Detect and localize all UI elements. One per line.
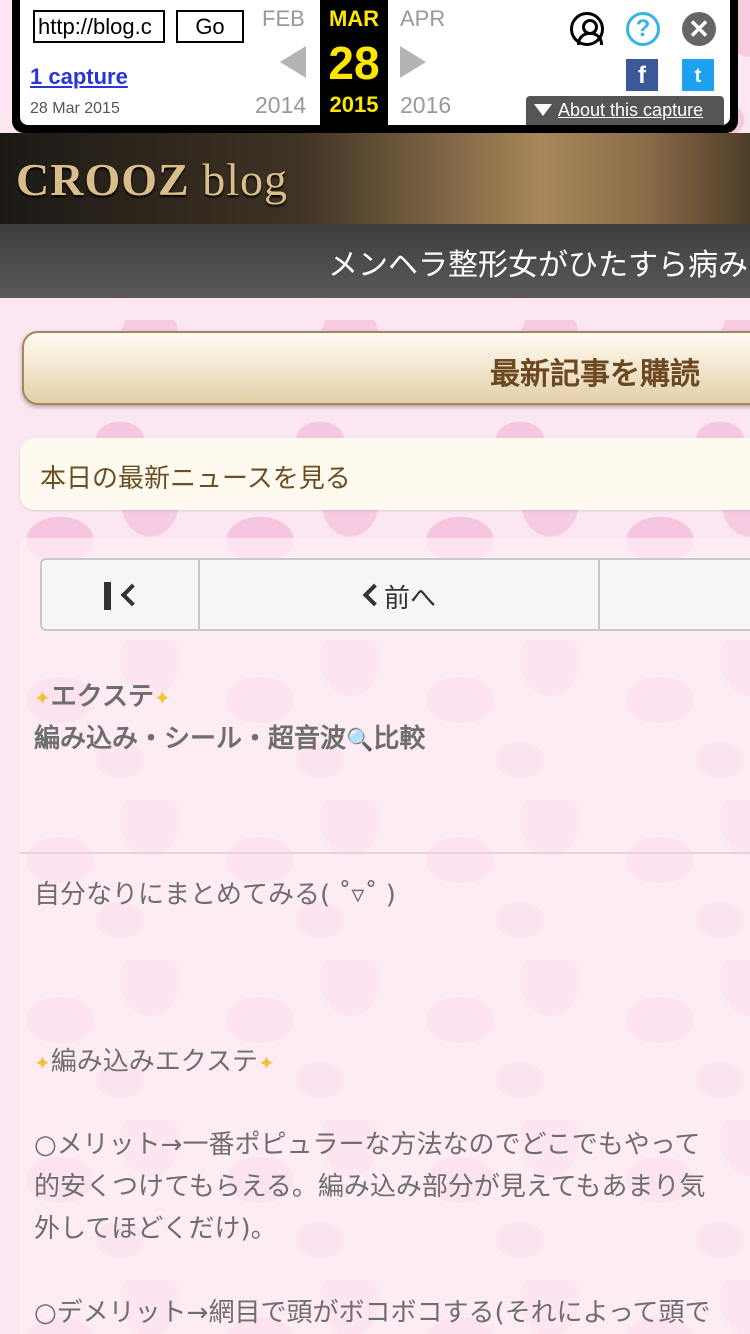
section-title: ✦編み込みエクステ✦ [34,1041,275,1078]
sparkle-icon: ✦ [34,686,51,710]
sparkle-icon: ✦ [34,1051,51,1075]
logo-main: CROOZ [16,154,190,205]
wayback-current-day: 28 [328,37,380,89]
wayback-current-month: MAR [328,6,380,31]
facebook-icon[interactable]: f [626,59,658,91]
wayback-current-year: 2015 [329,92,379,117]
help-icon[interactable]: ? [626,12,660,46]
wayback-toolbar: http://blog.c Go 1 capture 28 Mar 2015 F… [12,0,738,133]
magnifier-icon: 🔍 [346,728,374,753]
demerit-line: ○デメリット→網目で頭がボコボコする(それによって頭で [34,1298,711,1328]
crooz-blog-logo[interactable]: CROOZ blog [16,153,288,206]
wayback-prev-year[interactable]: 2014 [255,92,306,119]
logo-sub: blog [202,154,288,205]
wayback-current-date: MAR 28 2015 [320,0,388,125]
prev-page-label: 前へ [384,584,437,614]
news-label: 本日の最新ニュースを見る [40,464,351,494]
wayback-next-month[interactable]: APR [400,6,445,32]
prev-page-button[interactable]: 前へ [202,560,600,629]
news-link[interactable]: 本日の最新ニュースを見る [20,438,750,510]
prev-capture-arrow-icon[interactable] [280,46,306,78]
wayback-toolbar-panel: http://blog.c Go 1 capture 28 Mar 2015 F… [20,0,730,125]
about-capture-button[interactable]: About this capture [526,96,724,125]
wayback-captures-link[interactable]: 1 capture [30,64,128,90]
wayback-capture-date: 28 Mar 2015 [30,100,120,117]
post-title-line2: 編み込み・シール・超音波🔍比較 [34,718,425,755]
merit-line: 的安くつけてもらえる。編み込み部分が見えてもあまり気 [34,1172,706,1202]
merit-line: ○メリット→一番ポピュラーな方法なのでどこでもやって [34,1130,701,1160]
next-capture-arrow-icon[interactable] [400,46,426,78]
chevron-left-icon [120,583,144,607]
subscribe-label: 最新記事を購読 [490,357,700,392]
twitter-icon[interactable]: t [682,59,714,91]
first-page-icon [104,582,111,610]
blog-title[interactable]: メンヘラ整形女がひたすら病み [328,240,748,284]
sparkle-icon: ✦ [154,686,171,710]
wayback-url-input[interactable]: http://blog.c [33,10,165,43]
post-subtitle-text-end: 比較 [373,724,426,754]
post-subtitle-text: 編み込み・シール・超音波 [34,724,347,754]
blog-title-bar: メンヘラ整形女がひたすら病み [0,224,750,298]
post-intro: 自分なりにまとめてみる( ˚▿˚ ) [34,880,396,910]
merit-line: 外してほどくだけ)。 [34,1214,277,1244]
blog-header: CROOZ blog [0,133,750,224]
first-page-button[interactable] [42,560,200,629]
user-circle-icon[interactable] [570,12,604,46]
wayback-go-button[interactable]: Go [176,10,244,43]
wayback-next-year[interactable]: 2016 [400,92,451,119]
wayback-prev-month[interactable]: FEB [262,6,305,32]
chevron-left-icon [362,583,386,607]
article-panel: 前へ ✦エクステ✦ 編み込み・シール・超音波🔍比較 自分なりにまとめてみる( ˚… [20,538,750,1334]
post-divider [20,852,750,854]
article-pager: 前へ [40,558,750,631]
section-title-text: 編み込みエクステ [50,1047,258,1077]
sparkle-icon: ✦ [258,1051,275,1075]
post-title-text: エクステ [50,682,154,712]
close-icon[interactable]: ✕ [682,12,716,46]
subscribe-button[interactable]: 最新記事を購読 [22,331,750,405]
post-title-line1: ✦エクステ✦ [34,676,171,713]
